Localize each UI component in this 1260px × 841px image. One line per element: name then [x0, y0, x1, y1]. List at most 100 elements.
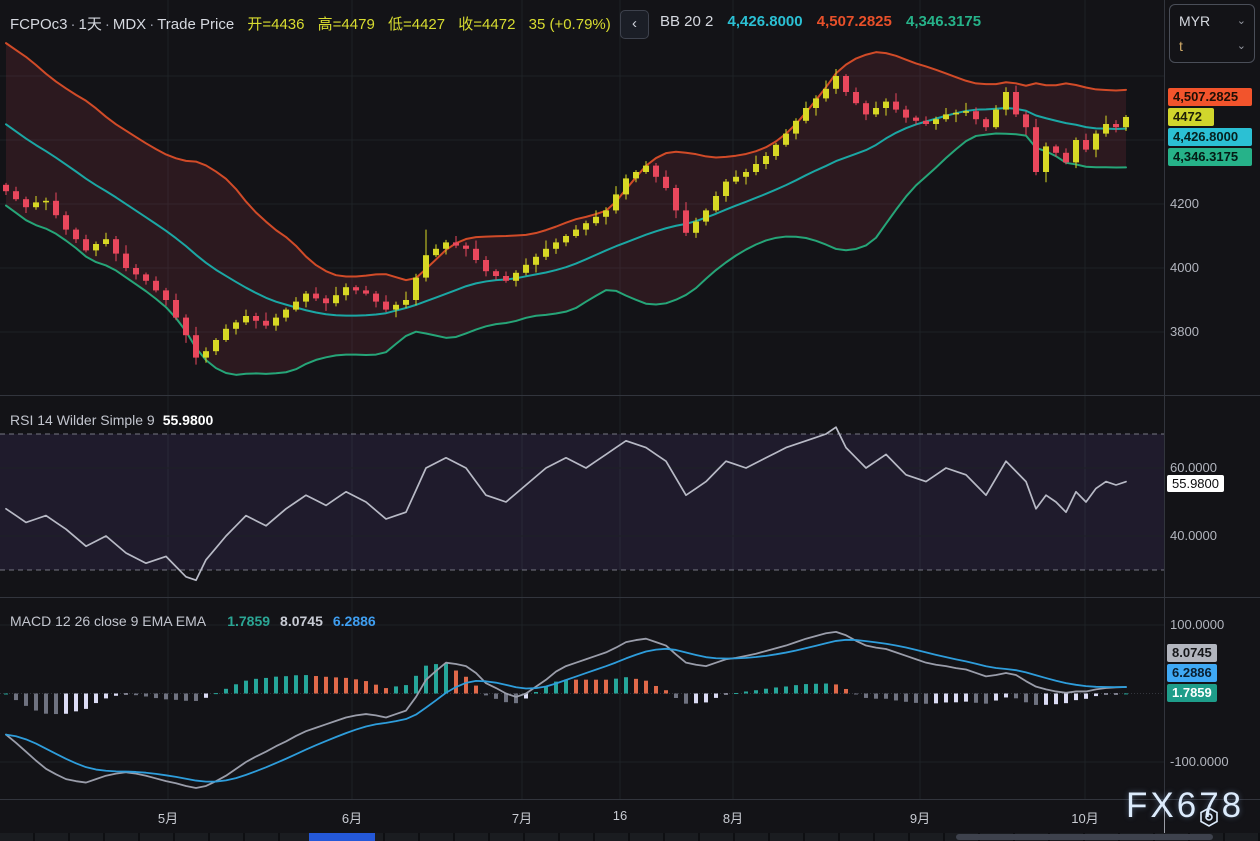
macd-histogram-bar — [864, 694, 868, 698]
candle-body — [593, 217, 599, 223]
candle-body — [103, 239, 109, 244]
symbol-name[interactable]: FCPOc3 — [10, 16, 68, 33]
candle-body — [833, 76, 839, 89]
candle-body — [893, 102, 899, 110]
macd-histogram-bar — [324, 677, 328, 694]
currency-dropdown[interactable]: MYR ⌄ — [1179, 9, 1248, 33]
candle-body — [543, 249, 549, 257]
macd-histogram-bar — [244, 681, 248, 694]
candle-body — [1053, 146, 1059, 152]
macd-histogram-bar — [744, 691, 748, 693]
main-price-panel[interactable] — [3, 43, 1129, 375]
candle-body — [203, 351, 209, 357]
macd-values: 1.78598.07456.2886 — [217, 613, 375, 629]
candle-body — [873, 108, 879, 114]
macd-histogram-bar — [644, 681, 648, 694]
bb-title[interactable]: BB 20 2 — [660, 13, 713, 30]
candle-body — [413, 278, 419, 300]
macd-histogram-bar — [1084, 694, 1088, 699]
candle-body — [843, 76, 849, 92]
currency-value: MYR — [1179, 13, 1210, 29]
candle-body — [823, 89, 829, 99]
candle-body — [493, 271, 499, 276]
macd-histogram-bar — [984, 694, 988, 704]
bottom-scrollbar[interactable] — [0, 833, 1260, 841]
ohlc-open: 开=4436 — [247, 16, 304, 33]
macd-histogram-bar — [994, 694, 998, 701]
macd-histogram-bar — [374, 685, 378, 694]
interval-label[interactable]: 1天 — [79, 16, 102, 33]
candle-body — [713, 196, 719, 210]
rsi-panel-header[interactable]: RSI 14 Wilder Simple 955.9800 — [10, 412, 213, 428]
rsi-value-marker: 55.9800 — [1167, 475, 1224, 492]
rsi-tick: 40.0000 — [1170, 528, 1217, 543]
macd-header-value: 6.2886 — [333, 613, 376, 629]
macd-histogram-bar — [714, 694, 718, 698]
candle-body — [603, 210, 609, 216]
candle-body — [1043, 146, 1049, 172]
symbol-header: FCPOc3·1天·MDX·Trade Price 开=4436 高=4479 … — [10, 13, 611, 34]
rsi-title[interactable]: RSI 14 Wilder Simple 9 — [10, 412, 155, 428]
candle-body — [613, 194, 619, 210]
macd-histogram-bar — [1114, 694, 1118, 695]
rsi-panel[interactable] — [0, 427, 1164, 580]
macd-histogram-bar — [734, 693, 738, 694]
macd-histogram-bar — [534, 692, 538, 693]
candle-body — [33, 202, 39, 207]
macd-histogram-bar — [304, 675, 308, 693]
candle-body — [703, 210, 709, 221]
chevron-down-icon: ⌄ — [1237, 34, 1246, 58]
macd-histogram-bar — [854, 694, 858, 695]
time-tick: 5月 — [158, 808, 178, 827]
macd-value-marker: 8.0745 — [1167, 644, 1217, 662]
macd-histogram-bar — [874, 694, 878, 699]
rsi-tick: 60.0000 — [1170, 460, 1217, 475]
candle-body — [463, 246, 469, 249]
fx678-watermark: FX678 — [1126, 786, 1244, 826]
macd-panel-header[interactable]: MACD 12 26 close 9 EMA EMA 1.78598.07456… — [10, 613, 376, 629]
candle-body — [123, 254, 129, 268]
macd-histogram-bar — [204, 694, 208, 698]
macd-title[interactable]: MACD 12 26 close 9 EMA EMA — [10, 613, 205, 629]
panel-separator[interactable] — [0, 597, 1260, 598]
candle-body — [333, 295, 339, 303]
macd-histogram-bar — [314, 676, 318, 693]
bb-lower-value: 4,346.3175 — [906, 13, 981, 30]
macd-histogram-bar — [94, 694, 98, 704]
chart-canvas[interactable] — [0, 0, 1164, 800]
candle-body — [1123, 117, 1129, 127]
candle-body — [313, 294, 319, 299]
macd-histogram-bar — [804, 684, 808, 693]
collapse-indicators-button[interactable]: ‹ — [620, 10, 649, 39]
candle-body — [343, 287, 349, 295]
panel-separator[interactable] — [0, 395, 1260, 396]
macd-histogram-bar — [1004, 694, 1008, 698]
macd-histogram-bar — [724, 694, 728, 695]
macd-histogram-bar — [24, 694, 28, 706]
price-label: 4,426.8000 — [1168, 128, 1252, 146]
scrollbar-thumb[interactable] — [956, 834, 1213, 840]
candle-body — [903, 110, 909, 118]
candle-body — [323, 298, 329, 303]
candle-body — [753, 164, 759, 172]
macd-panel[interactable] — [0, 625, 1164, 788]
candle-body — [13, 191, 19, 199]
time-tick: 16 — [613, 808, 627, 823]
candle-body — [643, 166, 649, 172]
macd-histogram-bar — [574, 680, 578, 694]
time-axis[interactable]: 5月6月7月168月9月10月 — [0, 800, 1164, 833]
chevron-down-icon: ⌄ — [1237, 9, 1246, 33]
unit-dropdown[interactable]: t ⌄ — [1179, 34, 1248, 58]
macd-histogram-bar — [4, 694, 8, 695]
candle-body — [433, 249, 439, 255]
price-axis[interactable]: MYR ⌄ t ⌄ 4200400038004,507.282544724,42… — [1165, 0, 1260, 841]
scrollbar-active-segment[interactable] — [309, 833, 375, 841]
candle-body — [993, 110, 999, 128]
candle-body — [973, 111, 979, 119]
macd-histogram-bar — [384, 688, 388, 693]
change-label: 35 (+0.79%) — [529, 16, 611, 33]
macd-histogram-bar — [884, 694, 888, 699]
bb-upper-value: 4,507.2825 — [817, 13, 892, 30]
candle-body — [863, 103, 869, 114]
macd-histogram-bar — [764, 689, 768, 694]
